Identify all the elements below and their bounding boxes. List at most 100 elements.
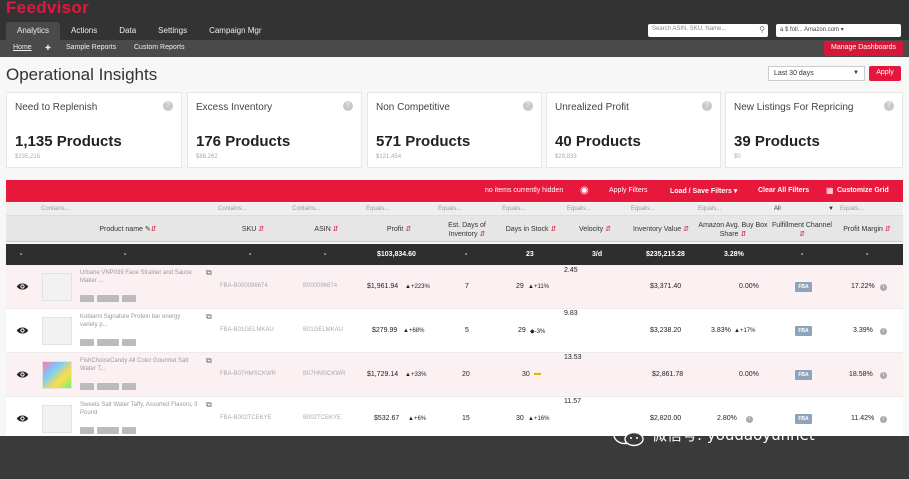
eye-icon[interactable] (16, 324, 29, 337)
table-row[interactable]: Kobiarni Signature Protein bar energy va… (6, 309, 903, 353)
chevron-down-icon: ▼ (853, 70, 859, 76)
info-icon[interactable]: ? (702, 101, 712, 111)
eye-icon[interactable]: ◉ (580, 185, 589, 196)
load-save-filters-button[interactable]: Load / Save Filters ▾ (670, 187, 737, 195)
product-name[interactable]: Urbane VNP039 Face Strainer and Sauce Ma… (80, 269, 198, 285)
header-profit-margin[interactable]: Profit Margin ⇵ (833, 225, 901, 234)
sort-icon[interactable]: ⇵ (258, 226, 264, 233)
filter-days-in-stock[interactable]: Equals... (502, 206, 525, 212)
header-fulfillment-channel[interactable]: Fulfillment Channel ⇵ (771, 221, 833, 239)
external-link-icon[interactable]: ⧉ (206, 312, 212, 322)
sku-cell: FBA-B002TCEKYE (220, 415, 272, 421)
manage-dashboards-button[interactable]: Manage Dashboards (824, 41, 903, 56)
tab-actions[interactable]: Actions (60, 22, 108, 40)
sort-icon[interactable]: ⇵ (799, 231, 805, 238)
external-link-icon[interactable]: ⧉ (206, 400, 212, 410)
tab-analytics[interactable]: Analytics (6, 22, 61, 40)
subnav-home[interactable]: Home (13, 44, 32, 51)
info-icon[interactable]: i (880, 284, 887, 291)
apply-button[interactable]: Apply (869, 66, 901, 81)
info-icon[interactable]: i (880, 328, 887, 335)
eye-icon[interactable] (16, 280, 29, 293)
clear-all-filters-button[interactable]: Clear All Filters (758, 187, 809, 194)
card-non-competitive[interactable]: Non Competitive ? 571 Products $121,454 (367, 92, 542, 168)
product-image[interactable] (42, 361, 72, 389)
search-input[interactable]: Search ASIN, SKU, Name... ⚲ (648, 24, 768, 37)
filter-sku[interactable]: Contains... (218, 206, 247, 212)
chevron-down-icon[interactable]: ▼ (828, 206, 834, 212)
filter-fulfillment-channel[interactable]: All (774, 206, 781, 212)
eye-icon[interactable] (16, 412, 29, 425)
card-need-to-replenish[interactable]: Need to Replenish ? 1,135 Products $235,… (6, 92, 182, 168)
external-link-icon[interactable]: ⧉ (206, 356, 212, 366)
sku-cell: FBA-B000096674 (220, 283, 268, 289)
customize-grid-button[interactable]: Customize Grid (837, 187, 889, 194)
search-icon[interactable]: ⚲ (759, 25, 765, 34)
sort-icon[interactable]: ⇵ (333, 226, 339, 233)
product-image[interactable] (42, 317, 72, 345)
header-label: Profit Margin (843, 226, 883, 233)
product-image[interactable] (42, 405, 72, 433)
est-days-cell: 15 (462, 415, 470, 422)
sort-icon[interactable]: ⇵ (605, 226, 611, 233)
info-icon[interactable]: i (880, 416, 887, 423)
tag (97, 427, 119, 434)
header-sku[interactable]: SKU ⇵ (216, 225, 290, 234)
header-label: Days in Stock (505, 226, 549, 233)
sort-icon[interactable]: ⇵ (885, 226, 891, 233)
date-range-select[interactable]: Last 30 days ▼ (768, 66, 865, 81)
header-profit[interactable]: Profit ⇵ (363, 225, 435, 234)
filter-profit[interactable]: Equals... (366, 206, 389, 212)
product-name[interactable]: Sweets Salt Water Taffy, Assorted Flavor… (80, 401, 198, 417)
info-icon[interactable]: i (880, 372, 887, 379)
table-row[interactable]: FishChoiceCandy All Color Gourmet Salt W… (6, 353, 903, 397)
eye-icon[interactable] (16, 368, 29, 381)
product-name[interactable]: FishChoiceCandy All Color Gourmet Salt W… (80, 357, 198, 373)
total-cell: - (324, 251, 327, 258)
sort-icon[interactable]: ⇵ (683, 226, 689, 233)
filter-asin[interactable]: Contains... (292, 206, 321, 212)
sort-icon[interactable]: ⇵ (405, 226, 411, 233)
apply-filters-button[interactable]: Apply Filters (609, 187, 648, 194)
account-selector[interactable]: a $ foll... Amazon.com ▾ (776, 24, 901, 37)
sort-icon[interactable]: ⇵ (550, 226, 556, 233)
filter-bb-share[interactable]: Equals... (698, 206, 721, 212)
info-icon[interactable]: ? (523, 101, 533, 111)
info-icon[interactable]: ? (343, 101, 353, 111)
header-asin[interactable]: ASIN ⇵ (290, 225, 363, 234)
sort-icon[interactable]: ⇵ (151, 226, 157, 233)
sku-cell: FBA-B07HMSCKWR (220, 371, 277, 377)
app-logo[interactable]: Feedvisor (6, 0, 89, 18)
header-bb-share[interactable]: Amazon Avg. Buy Box Share ⇵ (695, 221, 771, 239)
filter-profit-margin[interactable]: Equals... (840, 206, 863, 212)
header-days-in-stock[interactable]: Days in Stock ⇵ (499, 225, 563, 234)
card-excess-inventory[interactable]: Excess Inventory ? 176 Products $88,262 (187, 92, 362, 168)
tab-settings[interactable]: Settings (147, 22, 198, 40)
tab-campaign-mgr[interactable]: Campaign Mgr (198, 22, 272, 40)
info-icon[interactable]: ? (163, 101, 173, 111)
table-row[interactable]: Urbane VNP039 Face Strainer and Sauce Ma… (6, 265, 903, 309)
header-est-days[interactable]: Est. Days of Inventory ⇵ (435, 221, 499, 239)
subnav-sample-reports[interactable]: Sample Reports (66, 44, 116, 51)
product-image[interactable] (42, 273, 72, 301)
filter-velocity[interactable]: Equals... (567, 206, 590, 212)
product-name[interactable]: Kobiarni Signature Protein bar energy va… (80, 313, 198, 329)
velocity-cell: 11.57 (564, 398, 581, 405)
card-new-listings-for-repricing[interactable]: New Listings For Repricing ? 39 Products… (725, 92, 903, 168)
card-unrealized-profit[interactable]: Unrealized Profit ? 40 Products $29,833 (546, 92, 721, 168)
product-tags (80, 339, 136, 346)
add-report-icon[interactable]: ✚ (45, 44, 51, 52)
filter-product-name[interactable]: Contains... (41, 206, 70, 212)
filter-inventory-value[interactable]: Equals... (631, 206, 654, 212)
subnav-custom-reports[interactable]: Custom Reports (134, 44, 185, 51)
external-link-icon[interactable]: ⧉ (206, 268, 212, 278)
filter-est-days[interactable]: Equals... (438, 206, 461, 212)
header-inventory-value[interactable]: Inventory Value ⇵ (627, 225, 695, 234)
header-product-name[interactable]: Product name ✎⇵ (40, 225, 216, 234)
tab-data[interactable]: Data (108, 22, 147, 40)
info-icon[interactable]: ? (884, 101, 894, 111)
sort-icon[interactable]: ⇵ (479, 231, 485, 238)
info-icon[interactable]: i (746, 416, 753, 423)
header-velocity[interactable]: Velocity ⇵ (563, 225, 627, 234)
sort-icon[interactable]: ⇵ (740, 231, 746, 238)
